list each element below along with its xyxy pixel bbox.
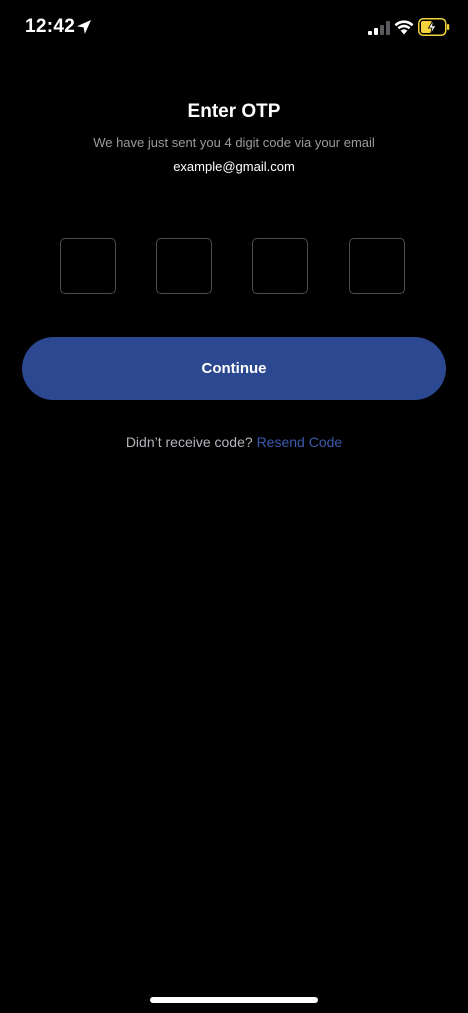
page-title: Enter OTP: [187, 101, 281, 122]
otp-digit-3-input[interactable]: [252, 238, 308, 294]
resend-row: Didn’t receive code? Resend Code: [0, 434, 468, 450]
otp-digit-2-input[interactable]: [156, 238, 212, 294]
wifi-icon: [394, 20, 414, 35]
otp-digit-1-input[interactable]: [60, 238, 116, 294]
cellular-signal-icon: [368, 21, 390, 35]
continue-button[interactable]: Continue: [22, 337, 446, 400]
status-time: 12:42: [25, 16, 76, 37]
home-indicator: [150, 997, 318, 1003]
otp-digit-4-input[interactable]: [349, 238, 405, 294]
email-address: example@gmail.com: [173, 159, 295, 174]
resend-code-link[interactable]: Resend Code: [257, 434, 343, 450]
page-subtitle: We have just sent you 4 digit code via y…: [93, 135, 375, 150]
status-bar: 12:42: [0, 0, 468, 56]
battery-charging-icon: [418, 18, 450, 36]
location-arrow-icon: [77, 20, 91, 34]
resend-prompt: Didn’t receive code?: [125, 434, 253, 450]
